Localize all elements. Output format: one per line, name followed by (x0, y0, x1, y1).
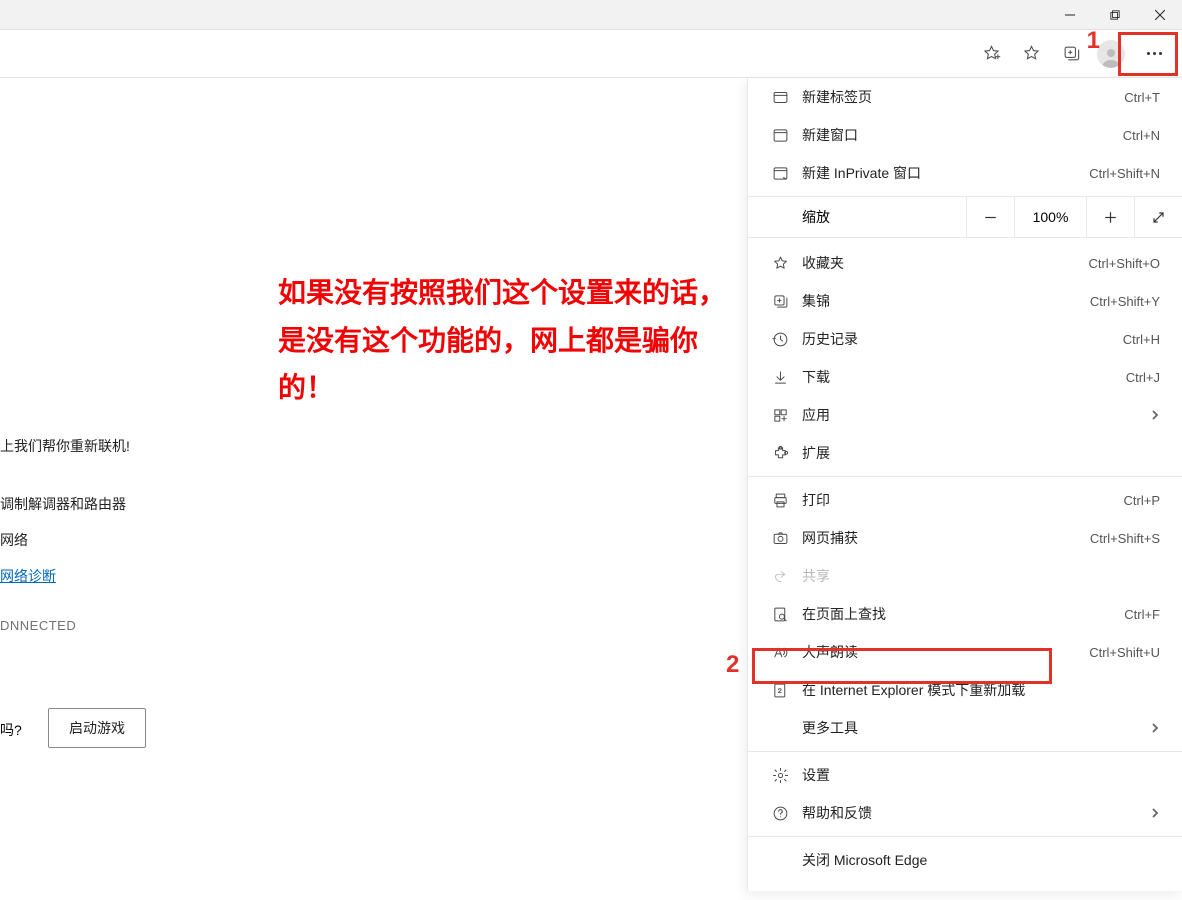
menu-label: 网页捕获 (794, 528, 1090, 548)
menu-label: 在页面上查找 (794, 604, 1124, 624)
menu-shortcut: Ctrl+Shift+N (1089, 166, 1164, 181)
menu-shortcut: Ctrl+T (1124, 90, 1164, 105)
chevron-right-icon (1150, 805, 1164, 821)
menu-label: 收藏夹 (794, 253, 1088, 273)
new-tab-icon (766, 89, 794, 106)
page-text-modem: 调制解调器和路由器 (0, 494, 126, 514)
menu-label: 设置 (794, 765, 1164, 785)
menu-settings[interactable]: 设置 (748, 756, 1182, 794)
error-code: DNNECTED (0, 618, 76, 633)
annotation-label-2: 2 (726, 651, 739, 679)
gear-icon (766, 767, 794, 784)
close-button[interactable] (1137, 0, 1182, 30)
menu-shortcut: Ctrl+F (1124, 607, 1164, 622)
zoom-value: 100% (1014, 196, 1086, 238)
chevron-right-icon (1150, 720, 1164, 736)
find-icon (766, 606, 794, 623)
zoom-in-button[interactable] (1086, 196, 1134, 238)
menu-separator (748, 836, 1182, 837)
menu-extensions[interactable]: 扩展 (748, 434, 1182, 472)
favorites-icon[interactable] (1011, 35, 1051, 73)
menu-separator (748, 751, 1182, 752)
menu-label: 历史记录 (794, 329, 1123, 349)
menu-shortcut: Ctrl+Shift+O (1088, 256, 1164, 271)
zoom-out-button[interactable] (966, 196, 1014, 238)
help-icon (766, 805, 794, 822)
more-menu-button[interactable] (1131, 35, 1177, 73)
menu-shortcut: Ctrl+N (1123, 128, 1164, 143)
window-controls (0, 0, 1182, 30)
menu-label: 在 Internet Explorer 模式下重新加载 (794, 680, 1164, 700)
menu-shortcut: Ctrl+P (1124, 493, 1164, 508)
menu-share: 共享 (748, 557, 1182, 595)
menu-separator (748, 476, 1182, 477)
menu-print[interactable]: 打印 Ctrl+P (748, 481, 1182, 519)
print-icon (766, 492, 794, 509)
menu-help[interactable]: 帮助和反馈 (748, 794, 1182, 832)
menu-label: 新建 InPrivate 窗口 (794, 163, 1089, 183)
read-aloud-icon (766, 644, 794, 661)
menu-label: 打印 (794, 490, 1124, 510)
menu-read-aloud[interactable]: 大声朗读 Ctrl+Shift+U (748, 633, 1182, 671)
menu-label: 集锦 (794, 291, 1090, 311)
question-text: 吗? (0, 720, 22, 740)
new-window-icon (766, 127, 794, 144)
extensions-icon (766, 445, 794, 462)
menu-history[interactable]: 历史记录 Ctrl+H (748, 320, 1182, 358)
menu-label: 帮助和反馈 (794, 803, 1150, 823)
menu-shortcut: Ctrl+Shift+Y (1090, 294, 1164, 309)
menu-shortcut: Ctrl+Shift+S (1090, 531, 1164, 546)
menu-apps[interactable]: 应用 (748, 396, 1182, 434)
menu-close-edge[interactable]: 关闭 Microsoft Edge (748, 841, 1182, 879)
minimize-button[interactable] (1047, 0, 1092, 30)
menu-zoom-row: 缩放 100% (748, 196, 1182, 238)
page-text-network: 网络 (0, 530, 28, 550)
chevron-right-icon (1150, 407, 1164, 423)
menu-label: 新建窗口 (794, 125, 1123, 145)
inprivate-icon (766, 165, 794, 182)
menu-shortcut: Ctrl+Shift+U (1089, 645, 1164, 660)
collections-icon (766, 293, 794, 310)
zoom-label: 缩放 (748, 207, 966, 227)
favorites-icon (766, 255, 794, 272)
capture-icon (766, 530, 794, 547)
apps-icon (766, 407, 794, 424)
history-icon (766, 331, 794, 348)
menu-downloads[interactable]: 下载 Ctrl+J (748, 358, 1182, 396)
menu-shortcut: Ctrl+H (1123, 332, 1164, 347)
network-diagnostics-link[interactable]: 网络诊断 (0, 566, 56, 586)
menu-collections[interactable]: 集锦 Ctrl+Shift+Y (748, 282, 1182, 320)
menu-find[interactable]: 在页面上查找 Ctrl+F (748, 595, 1182, 633)
menu-label: 新建标签页 (794, 87, 1124, 107)
menu-new-window[interactable]: 新建窗口 Ctrl+N (748, 116, 1182, 154)
menu-label: 共享 (794, 566, 1164, 586)
menu-label: 应用 (794, 405, 1150, 425)
menu-more-tools[interactable]: 更多工具 (748, 709, 1182, 747)
ie-mode-icon (766, 682, 794, 699)
page-text-reconnect: 上我们帮你重新联机! (0, 436, 130, 456)
browser-toolbar (0, 30, 1182, 78)
profile-icon[interactable] (1097, 40, 1125, 68)
maximize-button[interactable] (1092, 0, 1137, 30)
share-icon (766, 568, 794, 585)
menu-favorites[interactable]: 收藏夹 Ctrl+Shift+O (748, 244, 1182, 282)
annotation-warning-text: 如果没有按照我们这个设置来的话，是没有这个功能的，网上都是骗你的！ (278, 269, 748, 412)
menu-label: 更多工具 (794, 718, 1150, 738)
launch-game-button[interactable]: 启动游戏 (48, 708, 146, 748)
menu-shortcut: Ctrl+J (1126, 370, 1164, 385)
download-icon (766, 369, 794, 386)
menu-label: 关闭 Microsoft Edge (794, 850, 1164, 870)
menu-label: 扩展 (794, 443, 1164, 463)
menu-new-tab[interactable]: 新建标签页 Ctrl+T (748, 78, 1182, 116)
add-favorite-icon[interactable] (971, 35, 1011, 73)
settings-menu: 新建标签页 Ctrl+T 新建窗口 Ctrl+N 新建 InPrivate 窗口… (747, 78, 1182, 891)
menu-label: 下载 (794, 367, 1126, 387)
fullscreen-button[interactable] (1134, 196, 1182, 238)
menu-ie-mode[interactable]: 在 Internet Explorer 模式下重新加载 (748, 671, 1182, 709)
collections-icon[interactable] (1051, 35, 1091, 73)
menu-new-inprivate[interactable]: 新建 InPrivate 窗口 Ctrl+Shift+N (748, 154, 1182, 192)
menu-web-capture[interactable]: 网页捕获 Ctrl+Shift+S (748, 519, 1182, 557)
menu-label: 大声朗读 (794, 642, 1089, 662)
